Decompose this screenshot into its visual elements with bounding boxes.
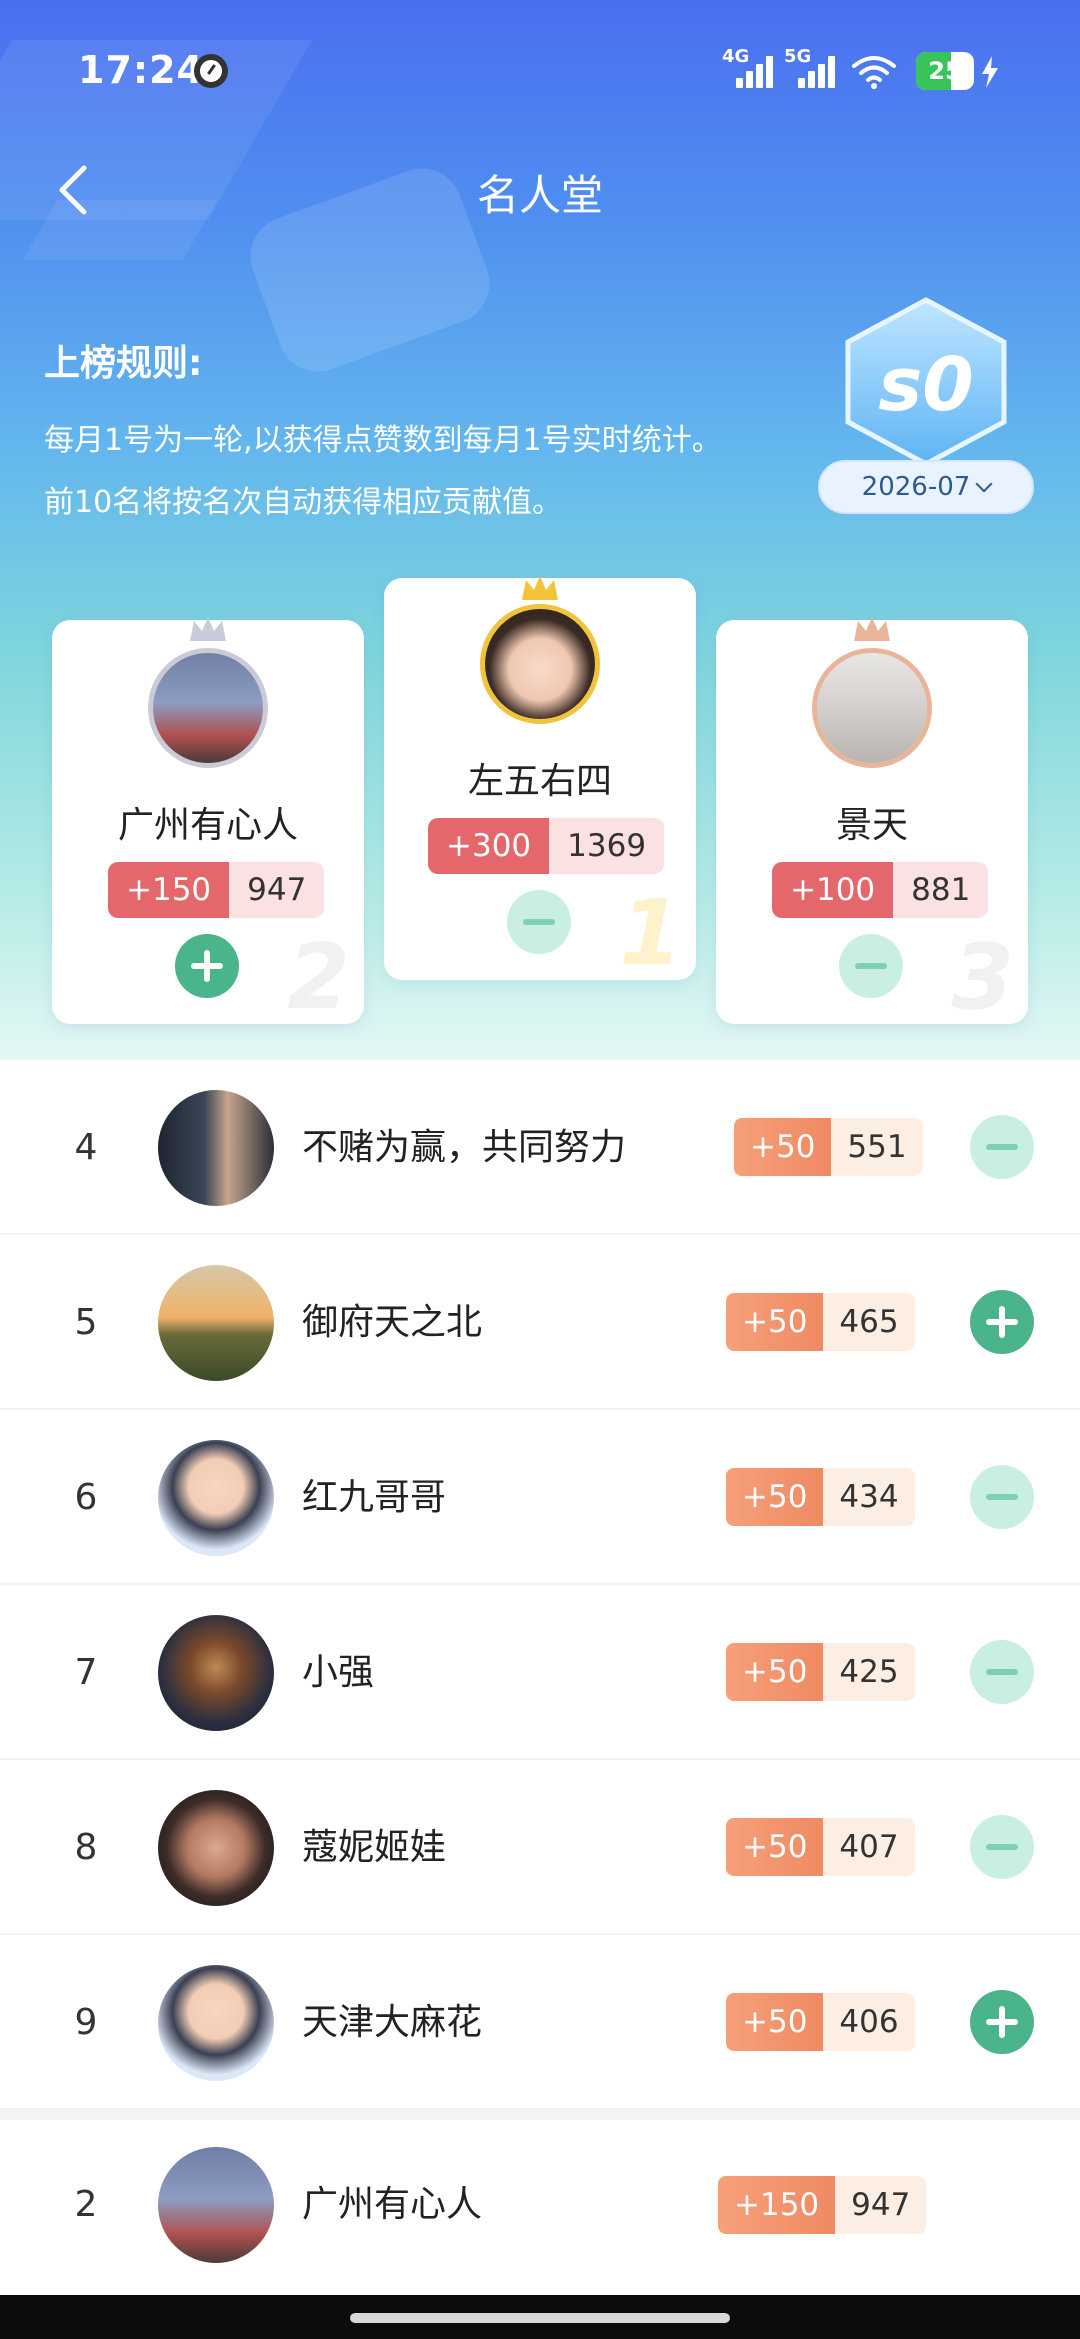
score-total: 947 (229, 862, 325, 918)
avatar[interactable] (812, 648, 932, 768)
user-name: 不赌为赢，共同努力 (302, 1127, 627, 1168)
follow-remove-button[interactable] (970, 1115, 1034, 1179)
podium-rank-number: 1 (619, 881, 682, 980)
follow-add-button[interactable] (175, 934, 239, 998)
user-name: 御府天之北 (302, 1302, 483, 1343)
score-total: 407 (823, 1818, 915, 1876)
avatar[interactable] (158, 1615, 274, 1731)
bronze-crown-icon (854, 617, 890, 641)
user-name: 天津大麻花 (302, 2002, 483, 2043)
gold-crown-icon (522, 576, 558, 600)
score-total: 434 (823, 1468, 915, 1526)
signal-icon (732, 56, 776, 88)
list-item[interactable]: 6 红九哥哥 +50 434 (0, 1410, 1080, 1585)
score-bonus: +50 (726, 1293, 824, 1351)
my-rank-item: 2 广州有心人 +150 947 (0, 2120, 1080, 2290)
follow-remove-button[interactable] (970, 1465, 1034, 1529)
score-total: 425 (823, 1643, 915, 1701)
score-bonus: +300 (428, 818, 550, 874)
score-total: 947 (835, 2176, 927, 2234)
podium-name: 左五右四 (467, 761, 612, 802)
score-total: 406 (823, 1993, 915, 2051)
status-time: 17:24 (78, 48, 204, 92)
score-bonus: +150 (718, 2176, 836, 2234)
battery-level: 25 (928, 57, 962, 85)
status-bar: 17:24 4G 5G 25 (0, 0, 1080, 140)
follow-remove-button[interactable] (970, 1815, 1034, 1879)
clock-icon (194, 54, 228, 88)
score-total: 1369 (549, 818, 665, 874)
list-item[interactable]: 9 天津大麻花 +50 406 (0, 1935, 1080, 2110)
list-item[interactable]: 8 蔻妮姬娃 +50 407 (0, 1760, 1080, 1935)
score-bonus: +100 (772, 862, 894, 918)
score-pill: +50 465 (726, 1293, 915, 1351)
score-bonus: +50 (726, 1818, 824, 1876)
score-bonus: +150 (108, 862, 230, 918)
avatar[interactable] (158, 1440, 274, 1556)
podium-rank-number: 2 (287, 925, 350, 1024)
score-total: 551 (831, 1118, 923, 1176)
avatar[interactable] (158, 2147, 274, 2263)
charging-bolt-icon (982, 56, 998, 88)
podium-rank-number: 3 (951, 925, 1014, 1024)
list-item[interactable]: 5 御府天之北 +50 465 (0, 1235, 1080, 1410)
list-item[interactable]: 4 不赌为赢，共同努力 +50 551 (0, 1060, 1080, 1235)
rules-title: 上榜规则: (44, 343, 203, 384)
score-pill: +50 434 (726, 1468, 915, 1526)
page-title: 名人堂 (476, 171, 603, 220)
rank-number: 8 (74, 1827, 98, 1868)
score-bonus: +50 (726, 1993, 824, 2051)
rank-number: 7 (74, 1652, 98, 1693)
follow-add-button[interactable] (970, 1290, 1034, 1354)
user-name: 广州有心人 (302, 2184, 483, 2225)
podium-name: 景天 (835, 805, 908, 846)
avatar[interactable] (158, 1265, 274, 1381)
avatar[interactable] (158, 1090, 274, 1206)
list-item[interactable]: 7 小强 +50 425 (0, 1585, 1080, 1760)
score-pill: +150 947 (718, 2176, 927, 2234)
rank-number: 6 (74, 1477, 98, 1518)
signal-icon (794, 56, 838, 88)
score-pill: +50 551 (734, 1118, 923, 1176)
season-badge-label: s0 (878, 342, 974, 428)
user-name: 小强 (302, 1652, 375, 1693)
score-pill: +50 407 (726, 1818, 915, 1876)
my-rank-row[interactable]: 2 广州有心人 +150 947 (0, 2110, 1080, 2290)
user-name: 蔻妮姬娃 (302, 1827, 447, 1868)
battery-icon: 25 (916, 52, 974, 90)
score-bonus: +50 (726, 1468, 824, 1526)
wifi-icon (852, 56, 896, 89)
rank-number: 5 (74, 1302, 98, 1343)
month-selector-value: 2026-07 (861, 472, 971, 502)
user-name: 红九哥哥 (302, 1477, 447, 1518)
month-selector[interactable]: 2026-07 (818, 460, 1034, 514)
avatar[interactable] (148, 648, 268, 768)
score-pill: +150 947 (108, 862, 325, 918)
follow-add-button[interactable] (970, 1990, 1034, 2054)
silver-crown-icon (190, 617, 226, 641)
score-bonus: +50 (726, 1643, 824, 1701)
avatar[interactable] (158, 1790, 274, 1906)
score-pill: +100 881 (772, 862, 989, 918)
avatar[interactable] (158, 1965, 274, 2081)
score-pill: +300 1369 (428, 818, 665, 874)
podium-name: 广州有心人 (117, 805, 298, 846)
home-indicator[interactable] (350, 2313, 730, 2323)
score-pill: +50 425 (726, 1643, 915, 1701)
rank-number: 4 (74, 1127, 98, 1168)
follow-remove-button[interactable] (970, 1640, 1034, 1704)
follow-remove-button[interactable] (507, 890, 571, 954)
rules-text: 每月1号为一轮,以获得点赞数到每月1号实时统计。前10名将按名次自动获得相应贡献… (44, 423, 722, 520)
avatar[interactable] (480, 604, 600, 724)
score-bonus: +50 (734, 1118, 832, 1176)
score-total: 881 (893, 862, 989, 918)
chevron-down-icon (975, 475, 993, 493)
follow-remove-button[interactable] (839, 934, 903, 998)
rank-number: 9 (74, 2002, 98, 2043)
score-total: 465 (823, 1293, 915, 1351)
rank-number: 2 (74, 2184, 98, 2225)
score-pill: +50 406 (726, 1993, 915, 2051)
